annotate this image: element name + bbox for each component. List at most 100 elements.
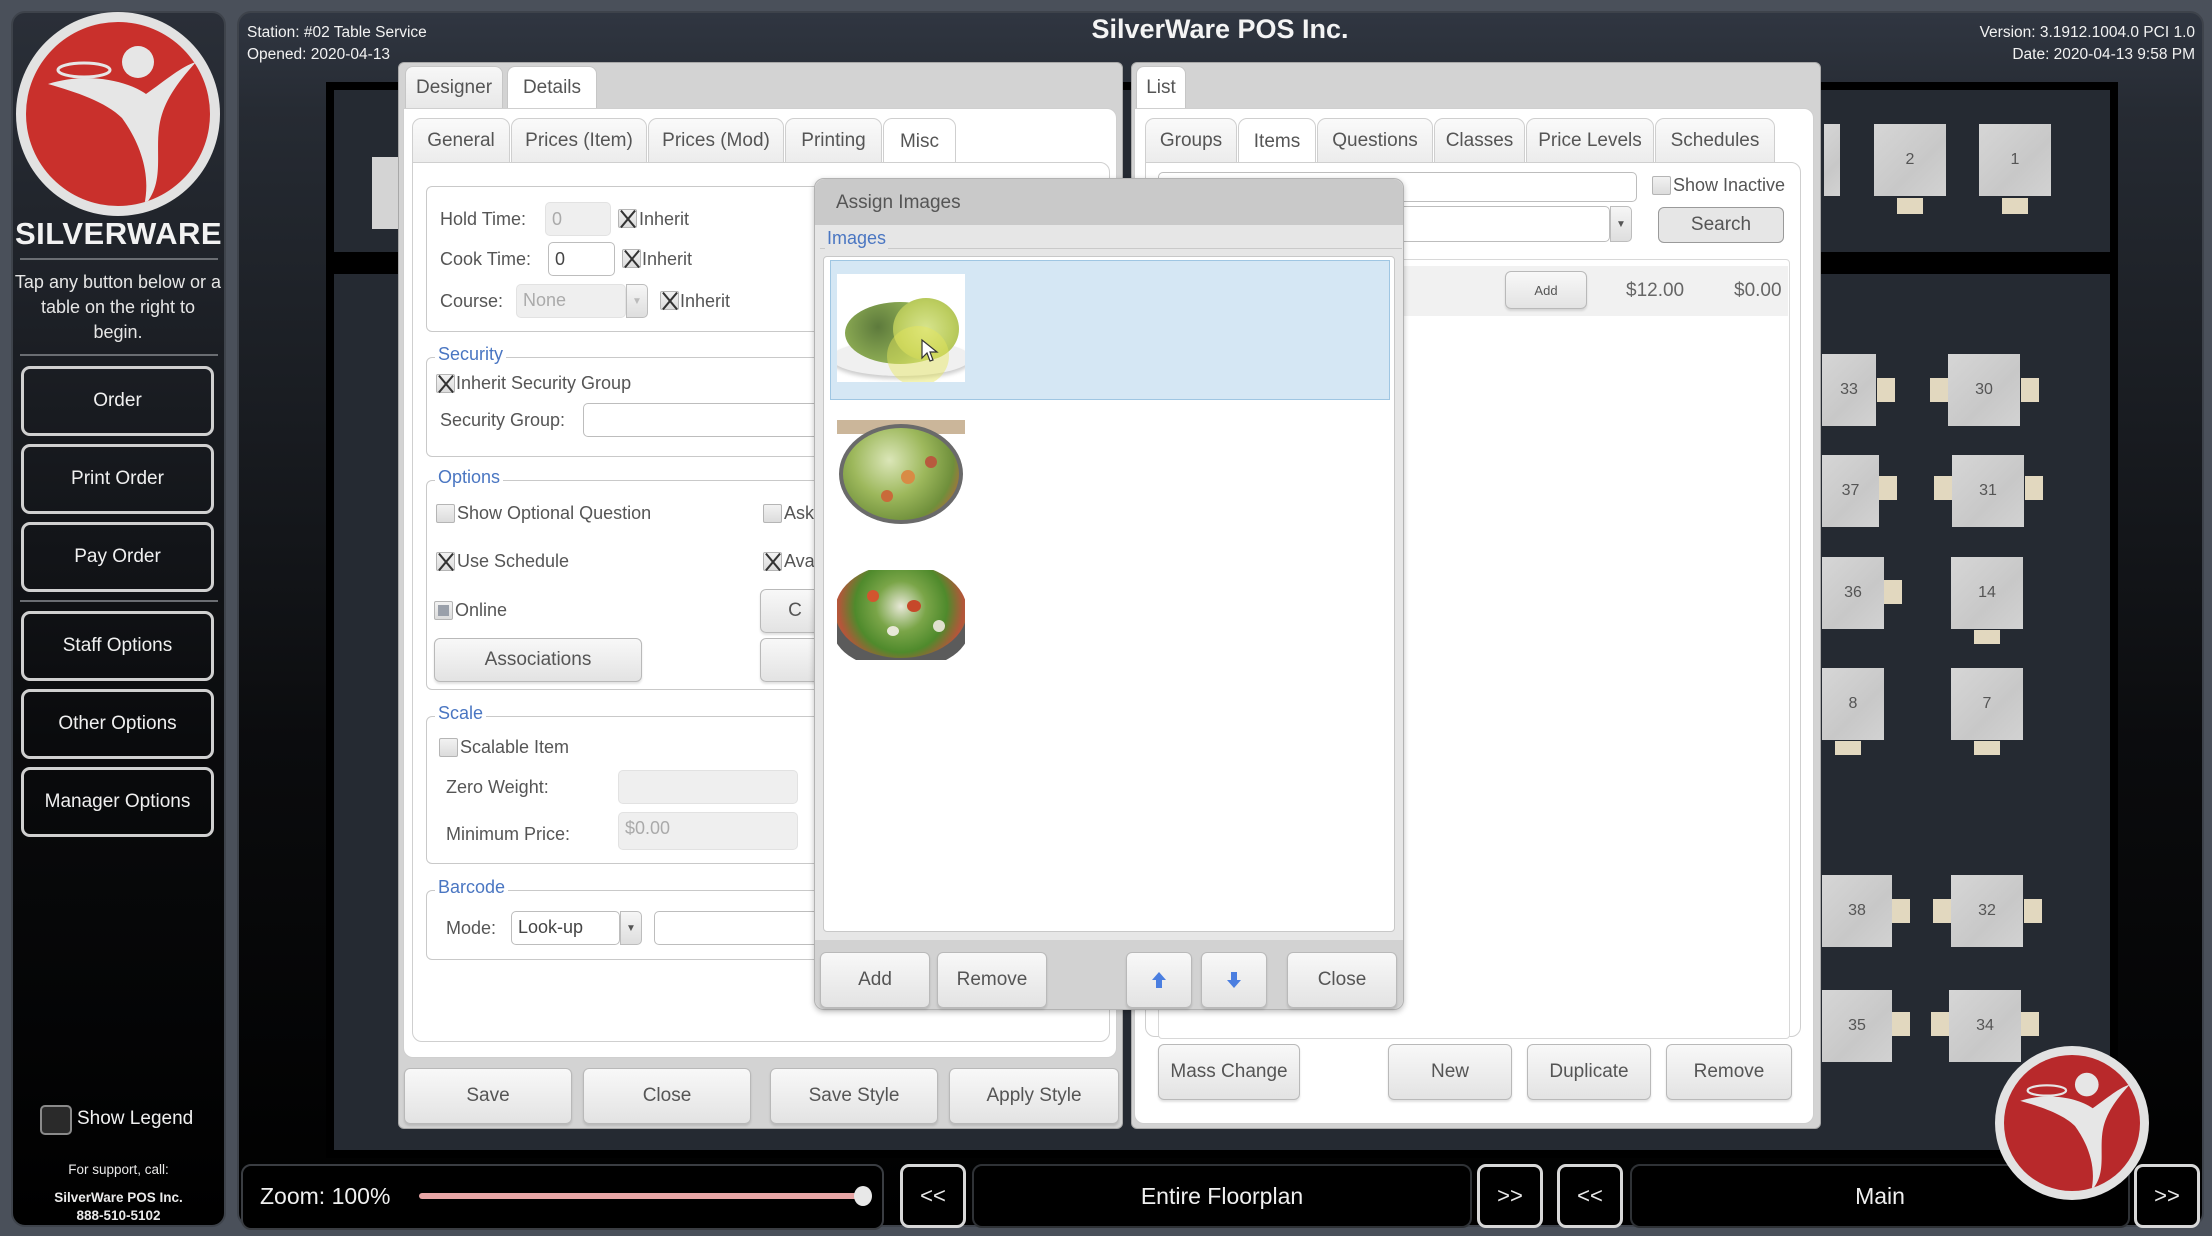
chair <box>2021 1012 2039 1036</box>
show-inactive-checkbox[interactable] <box>1652 176 1671 195</box>
close-dialog-button[interactable]: Close <box>1287 952 1397 1008</box>
salad-image-2[interactable] <box>837 420 965 528</box>
tab-items[interactable]: Items <box>1238 118 1316 164</box>
use-schedule-checkbox[interactable] <box>436 552 455 571</box>
pay-order-button[interactable]: Pay Order <box>21 522 214 592</box>
move-up-button[interactable] <box>1126 952 1192 1008</box>
remove-image-button[interactable]: Remove <box>937 952 1047 1008</box>
online-checkbox[interactable] <box>434 601 453 620</box>
zoom-slider-track[interactable] <box>419 1193 863 1199</box>
tab-questions[interactable]: Questions <box>1317 118 1433 162</box>
support-phone: 888-510-5102 <box>76 1208 161 1223</box>
area-next-button[interactable]: >> <box>1477 1164 1543 1228</box>
search-button[interactable]: Search <box>1658 207 1784 243</box>
tab-printing[interactable]: Printing <box>785 118 882 162</box>
arrow-up-icon <box>1152 972 1166 988</box>
cook-inherit-label: Inherit <box>642 249 693 269</box>
other-options-button[interactable]: Other Options <box>21 689 214 759</box>
associations-button[interactable]: Associations <box>434 638 642 682</box>
cook-time-input[interactable] <box>548 242 615 276</box>
table-31[interactable]: 31 <box>1952 455 2024 527</box>
tab-prices-mod[interactable]: Prices (Mod) <box>648 118 784 162</box>
barcode-input[interactable] <box>654 911 824 945</box>
table-7[interactable]: 7 <box>1951 668 2023 740</box>
arrow-down-icon <box>1227 972 1241 988</box>
tab-price-levels[interactable]: Price Levels <box>1526 118 1654 162</box>
save-button[interactable]: Save <box>404 1068 572 1124</box>
area-prev-button[interactable]: << <box>900 1164 966 1228</box>
add-image-button[interactable]: Add <box>820 952 930 1008</box>
course-inherit-checkbox[interactable] <box>660 291 679 310</box>
close-button[interactable]: Close <box>583 1068 751 1124</box>
chair <box>2024 899 2042 923</box>
table-partial[interactable] <box>1824 124 1840 196</box>
table-14[interactable]: 14 <box>1951 557 2023 629</box>
table-34[interactable]: 34 <box>1949 990 2021 1062</box>
date-label: Date: 2020-04-13 9:58 PM <box>2012 46 2195 63</box>
barcode-mode-dropdown-arrow-icon[interactable]: ▼ <box>620 911 642 945</box>
course-select[interactable]: None <box>516 284 626 318</box>
zoom-slider-thumb[interactable] <box>854 1186 872 1206</box>
cook-time-label: Cook Time: <box>440 249 532 269</box>
table-8[interactable]: 8 <box>1822 668 1884 740</box>
save-style-button[interactable]: Save Style <box>770 1068 938 1124</box>
section-prev-button[interactable]: << <box>1557 1164 1623 1228</box>
order-button[interactable]: Order <box>21 366 214 436</box>
table-32[interactable]: 32 <box>1951 875 2023 947</box>
show-legend-checkbox[interactable] <box>40 1105 72 1135</box>
hold-time-input[interactable] <box>545 202 611 236</box>
sidebar-divider <box>20 354 218 356</box>
print-order-button[interactable]: Print Order <box>21 444 214 514</box>
dialog-title: Assign Images <box>836 192 961 213</box>
staff-options-button[interactable]: Staff Options <box>21 611 214 681</box>
brand-name: SILVERWARE <box>14 216 223 251</box>
tab-groups[interactable]: Groups <box>1145 118 1237 162</box>
barcode-mode-select[interactable]: Look-up <box>511 911 620 945</box>
section-next-button[interactable]: >> <box>2134 1164 2200 1228</box>
row-price: $12.00 <box>1626 280 1685 301</box>
tab-designer[interactable]: Designer <box>405 66 503 108</box>
new-button[interactable]: New <box>1388 1044 1512 1100</box>
salad-image-1[interactable] <box>837 274 965 382</box>
table-36[interactable]: 36 <box>1822 557 1884 629</box>
manager-options-button[interactable]: Manager Options <box>21 767 214 837</box>
logo-figure-icon <box>2020 1072 2130 1191</box>
remove-item-button[interactable]: Remove <box>1666 1044 1792 1100</box>
chair <box>1934 476 1952 500</box>
duplicate-button[interactable]: Duplicate <box>1527 1044 1651 1100</box>
table-37[interactable]: 37 <box>1822 455 1879 527</box>
security-group-input[interactable] <box>583 403 823 437</box>
tab-schedules[interactable]: Schedules <box>1655 118 1775 162</box>
ava-checkbox[interactable] <box>763 552 782 571</box>
row-add-button[interactable]: Add <box>1505 271 1587 309</box>
filter-dropdown-arrow-icon[interactable]: ▼ <box>1610 206 1632 242</box>
ask-checkbox[interactable] <box>763 504 782 523</box>
tab-classes[interactable]: Classes <box>1434 118 1525 162</box>
table-30[interactable]: 30 <box>1948 354 2020 426</box>
tab-list[interactable]: List <box>1136 66 1186 109</box>
table-partial[interactable] <box>372 157 398 229</box>
tab-misc[interactable]: Misc <box>883 118 956 164</box>
scalable-item-checkbox[interactable] <box>439 738 458 757</box>
show-optional-question-checkbox[interactable] <box>436 504 455 523</box>
tab-details[interactable]: Details <box>507 66 597 109</box>
table-33[interactable]: 33 <box>1822 354 1876 426</box>
table-35[interactable]: 35 <box>1822 990 1892 1062</box>
zero-weight-input[interactable] <box>618 770 798 804</box>
table-1[interactable]: 1 <box>1979 124 2051 196</box>
salad-image-3[interactable] <box>837 570 965 660</box>
tab-prices-item[interactable]: Prices (Item) <box>511 118 647 162</box>
table-38[interactable]: 38 <box>1822 875 1892 947</box>
hold-time-label: Hold Time: <box>440 209 527 229</box>
cook-inherit-checkbox[interactable] <box>622 249 641 268</box>
tab-general[interactable]: General <box>412 118 510 162</box>
hold-inherit-checkbox[interactable] <box>618 209 637 228</box>
mass-change-button[interactable]: Mass Change <box>1158 1044 1300 1100</box>
table-2[interactable]: 2 <box>1874 124 1946 196</box>
minimum-price-input[interactable]: $0.00 <box>618 812 798 850</box>
inherit-security-group-checkbox[interactable] <box>436 374 455 393</box>
sidebar-divider <box>20 600 218 602</box>
move-down-button[interactable] <box>1201 952 1267 1008</box>
apply-style-button[interactable]: Apply Style <box>949 1068 1119 1124</box>
course-dropdown-arrow-icon[interactable]: ▼ <box>626 284 648 318</box>
